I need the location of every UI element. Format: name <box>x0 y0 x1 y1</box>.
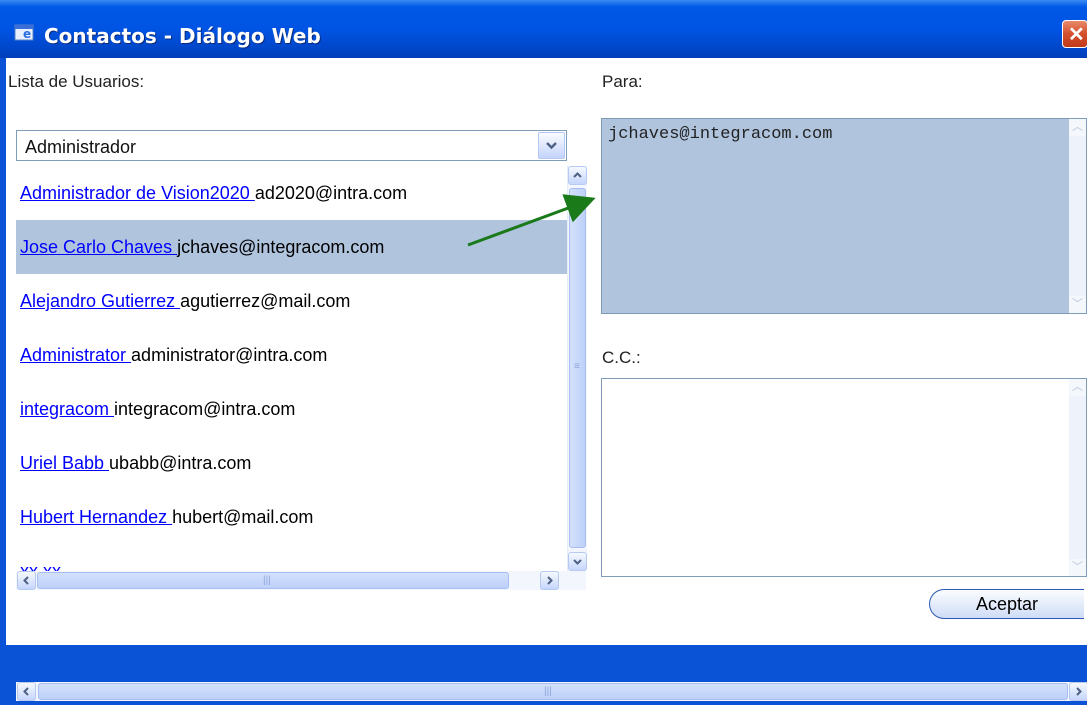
user-name-link[interactable]: Administrador de Vision2020 <box>20 183 255 203</box>
user-name-link[interactable]: Uriel Babb <box>20 453 109 473</box>
list-item[interactable]: integracom integracom@intra.com <box>16 382 567 436</box>
list-item[interactable]: Administrador de Vision2020 ad2020@intra… <box>16 166 567 220</box>
user-list-vscrollbar[interactable]: ≡ <box>567 166 587 571</box>
ie-window-icon: e <box>14 24 34 41</box>
window-frame-left <box>0 58 6 675</box>
list-item[interactable]: Alejandro Gutierrez agutierrez@mail.com <box>16 274 567 328</box>
chevron-left-icon <box>23 687 29 696</box>
user-name-link[interactable]: Jose Carlo Chaves <box>20 237 177 257</box>
dialog-hscrollbar[interactable]: ||| <box>16 682 1087 701</box>
scroll-up-button[interactable] <box>568 166 587 185</box>
chevron-up-icon[interactable]: ︿ <box>1069 119 1086 136</box>
grip-icon: ||| <box>263 575 271 586</box>
title-bar: e Contactos - Diálogo Web ✕ <box>0 0 1087 58</box>
grip-icon: ≡ <box>574 361 580 372</box>
chevron-right-icon <box>1076 687 1082 696</box>
user-email: administrator@intra.com <box>131 345 328 365</box>
scroll-thumb[interactable]: ||| <box>37 572 509 589</box>
chevron-up-icon <box>573 172 582 178</box>
chevron-right-icon <box>547 576 553 585</box>
user-email: hubert@mail.com <box>172 507 314 527</box>
chevron-down-icon <box>573 559 582 565</box>
list-item[interactable]: Uriel Babb ubabb@intra.com <box>16 436 567 490</box>
chevron-down-icon <box>546 142 557 150</box>
chevron-down-icon[interactable]: ﹀ <box>1069 559 1086 576</box>
user-list[interactable]: Administrador de Vision2020 ad2020@intra… <box>16 166 567 571</box>
to-label: Para: <box>602 72 643 91</box>
cc-field-scrollbar[interactable]: ︿ ﹀ <box>1069 379 1086 576</box>
list-item[interactable]: xx xx <box>16 544 567 571</box>
scroll-left-button[interactable] <box>17 682 36 701</box>
to-field-scrollbar[interactable]: ︿ ﹀ <box>1069 119 1086 313</box>
accept-button[interactable]: Aceptar <box>929 589 1084 619</box>
close-icon: ✕ <box>1068 24 1085 46</box>
grip-icon: ||| <box>544 686 552 697</box>
scroll-thumb[interactable]: ≡ <box>569 188 586 548</box>
list-item[interactable]: Jose Carlo Chaves jchaves@integracom.com <box>16 220 567 274</box>
user-email: ubabb@intra.com <box>109 453 252 473</box>
group-select-value: Administrador <box>25 137 137 157</box>
window-title: Contactos - Diálogo Web <box>44 24 321 48</box>
list-item[interactable]: Hubert Hernandez hubert@mail.com <box>16 490 567 544</box>
user-email: agutierrez@mail.com <box>180 291 351 311</box>
close-button[interactable]: ✕ <box>1062 20 1087 48</box>
user-email: integracom@intra.com <box>114 399 296 419</box>
to-field-value: jchaves@integracom.com <box>608 125 833 144</box>
dropdown-button[interactable] <box>538 132 565 159</box>
group-select[interactable]: Administrador <box>16 130 567 161</box>
user-name-link[interactable]: xx xx <box>20 561 61 571</box>
to-field[interactable]: jchaves@integracom.com ︿ ﹀ <box>601 118 1087 314</box>
user-name-link[interactable]: integracom <box>20 399 114 419</box>
chevron-up-icon[interactable]: ︿ <box>1069 379 1086 396</box>
user-email: ad2020@intra.com <box>254 183 408 203</box>
scroll-thumb[interactable]: ||| <box>38 683 1068 700</box>
dialog-body: Lista de Usuarios: Administrador Adminis… <box>0 58 1087 701</box>
chevron-left-icon <box>23 576 29 585</box>
chevron-down-icon[interactable]: ﹀ <box>1069 296 1086 313</box>
scroll-down-button[interactable] <box>568 552 587 571</box>
user-list-hscrollbar[interactable]: ||| <box>16 571 586 590</box>
window-frame-bottom <box>0 645 1087 675</box>
list-item[interactable]: Administrator administrator@intra.com <box>16 328 567 382</box>
user-email: jchaves@integracom.com <box>177 237 385 257</box>
cc-label: C.C.: <box>602 348 641 367</box>
svg-text:e: e <box>23 27 31 41</box>
cc-field[interactable]: ︿ ﹀ <box>601 378 1087 577</box>
user-list-label: Lista de Usuarios: <box>8 72 145 91</box>
user-name-link[interactable]: Administrator <box>20 345 131 365</box>
user-name-link[interactable]: Alejandro Gutierrez <box>20 291 180 311</box>
user-name-link[interactable]: Hubert Hernandez <box>20 507 172 527</box>
scroll-right-button[interactable] <box>540 571 559 590</box>
scroll-right-button[interactable] <box>1069 682 1087 701</box>
scroll-left-button[interactable] <box>17 571 36 590</box>
